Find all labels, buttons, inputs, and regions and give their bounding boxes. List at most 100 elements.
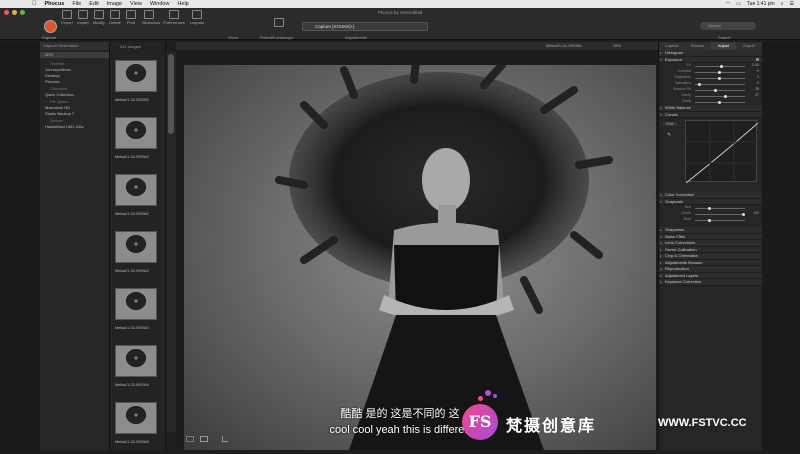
spotlight-icon[interactable]: ⌕ <box>781 1 784 7</box>
tool-curves[interactable]: Curves <box>659 111 762 118</box>
thumbnail-label: Meika21-02-090344 <box>115 383 149 387</box>
menubar:  Phocus File Edit Image View Window Hel… <box>0 0 800 8</box>
brand-name: 梵摄创意库 <box>506 418 597 435</box>
thumbnail[interactable]: Meika21-02-090342 <box>114 231 158 283</box>
thumbnail[interactable]: Meika21-02-090341 <box>114 174 158 226</box>
thumbnail-label: Meika21-02-090340 <box>115 155 149 159</box>
slider-value[interactable]: 0 <box>757 69 759 73</box>
slider-knob[interactable] <box>742 212 745 216</box>
watermark: FS 梵摄创意库 WWW.FSTVC.CC <box>462 388 792 444</box>
tab-export[interactable]: Export <box>736 42 762 50</box>
clock[interactable]: Tue 1:41 pm <box>747 1 775 7</box>
menu-help[interactable]: Help <box>177 1 188 7</box>
slideshow-icon <box>144 10 154 19</box>
battery-icon[interactable]: ▭ <box>736 1 741 7</box>
device-item[interactable]: Hasselblad H6D-100c <box>40 124 109 130</box>
slider-track[interactable] <box>695 90 745 91</box>
search-input[interactable]: Search <box>700 22 756 30</box>
slider-knob[interactable] <box>718 70 721 74</box>
session-selector[interactable]: Capture [KOUKE]+] <box>302 22 428 31</box>
slider-knob[interactable] <box>714 88 718 92</box>
compare-icon[interactable] <box>222 436 228 442</box>
section-devices: Devices <box>50 119 63 123</box>
print-button[interactable]: Print <box>124 10 138 25</box>
tab-browse[interactable]: Browse <box>685 42 711 50</box>
thumbnail[interactable]: Meika21-02-090345 <box>114 402 158 454</box>
section-favorites: Favorites <box>50 62 65 66</box>
panel-tabs: Capture Browse Adjust Export <box>659 42 762 50</box>
slider-knob[interactable] <box>718 100 721 104</box>
thumbnail[interactable]: Meika21-02-090339 <box>114 60 158 112</box>
tab-capture[interactable]: Capture <box>659 42 685 50</box>
slider-knob[interactable] <box>708 206 712 210</box>
slider-track[interactable] <box>695 214 745 215</box>
modify-button[interactable]: Modify <box>92 10 106 25</box>
menu-edit[interactable]: Edit <box>89 1 98 7</box>
import-icon <box>78 10 88 19</box>
slider-knob[interactable] <box>723 94 727 98</box>
thumbnail[interactable]: Meika21-02-090340 <box>114 117 158 169</box>
slider-value[interactable]: 0.00 <box>752 63 759 67</box>
tab-adjust[interactable]: Adjust <box>710 42 737 50</box>
curve-editor[interactable] <box>685 120 759 184</box>
destination-folder[interactable]: NYC <box>40 52 109 58</box>
zoom-level[interactable]: 15% <box>613 43 621 48</box>
menu-file[interactable]: File <box>72 1 81 7</box>
slideshow-button[interactable]: Slideshow <box>142 10 160 25</box>
left-panel: Capture Destination NYC Favorites Johnmo… <box>40 42 110 450</box>
browser-scrollbar[interactable] <box>166 52 176 432</box>
capture-button[interactable] <box>44 20 57 33</box>
slider-knob[interactable] <box>720 64 724 68</box>
tool-item[interactable]: Keystone Correction <box>659 279 762 286</box>
slider-track[interactable] <box>695 208 745 209</box>
slider-value[interactable]: 0 <box>757 81 759 85</box>
slider-track[interactable] <box>695 96 745 97</box>
single-view-icon[interactable] <box>200 436 208 442</box>
export-button[interactable]: Export <box>60 10 74 25</box>
slider-knob[interactable] <box>718 76 721 80</box>
section-collections: Collections <box>50 87 68 91</box>
thumbnail[interactable]: Meika21-02-090343 <box>114 288 158 340</box>
scrollbar-thumb[interactable] <box>168 54 174 134</box>
menu-window[interactable]: Window <box>150 1 170 7</box>
adjustments-label: Adjustments <box>345 35 368 40</box>
menu-app[interactable]: Phocus <box>45 1 65 7</box>
slider-value[interactable]: 28 <box>755 87 759 91</box>
brand-url: WWW.FSTVC.CC <box>658 417 747 429</box>
image-count: 244 Images <box>120 44 141 49</box>
curve-channel-select[interactable]: RGB <box>663 122 677 126</box>
slider-value[interactable]: 100 <box>753 211 759 215</box>
delete-button[interactable]: Delete <box>108 10 122 25</box>
capture-label: Capture <box>42 35 57 40</box>
slider-label: Blue <box>683 217 691 221</box>
portrait-landscape-button[interactable] <box>272 18 286 27</box>
slider-knob[interactable] <box>697 82 701 86</box>
left-gutter <box>0 42 40 450</box>
import-button[interactable]: Import <box>76 10 90 25</box>
wifi-icon[interactable]: ◠ <box>726 1 730 7</box>
slider-value[interactable]: 0 <box>757 75 759 79</box>
trash-icon <box>110 10 120 19</box>
thumbnail-image <box>115 117 157 149</box>
apple-icon[interactable]:  <box>32 1 37 7</box>
thumbnail-image <box>115 288 157 320</box>
reset-icon[interactable] <box>756 57 759 61</box>
slider-track[interactable] <box>695 84 745 85</box>
layouts-button[interactable]: Layouts <box>190 10 204 25</box>
grid-view-icon[interactable] <box>186 436 194 442</box>
menu-image[interactable]: Image <box>107 1 122 7</box>
slider-value[interactable]: 27 <box>755 93 759 97</box>
slider-label: Green <box>681 211 691 215</box>
slider-knob[interactable] <box>708 218 712 222</box>
search-label: Search <box>718 35 731 40</box>
show-label: Show <box>228 35 239 40</box>
eyedropper-icon[interactable]: ✎ <box>667 132 671 138</box>
preferences-button[interactable]: Preferences <box>162 10 186 25</box>
menu-view[interactable]: View <box>130 1 142 7</box>
slider-track[interactable] <box>695 220 745 221</box>
thumbnail[interactable]: Meika21-02-090344 <box>114 345 158 397</box>
menu-list-icon[interactable]: ☰ <box>790 1 794 7</box>
thumbnail-image <box>115 174 157 206</box>
thumbnail-image <box>115 402 157 434</box>
capture-destination-header: Capture Destination <box>40 42 109 50</box>
